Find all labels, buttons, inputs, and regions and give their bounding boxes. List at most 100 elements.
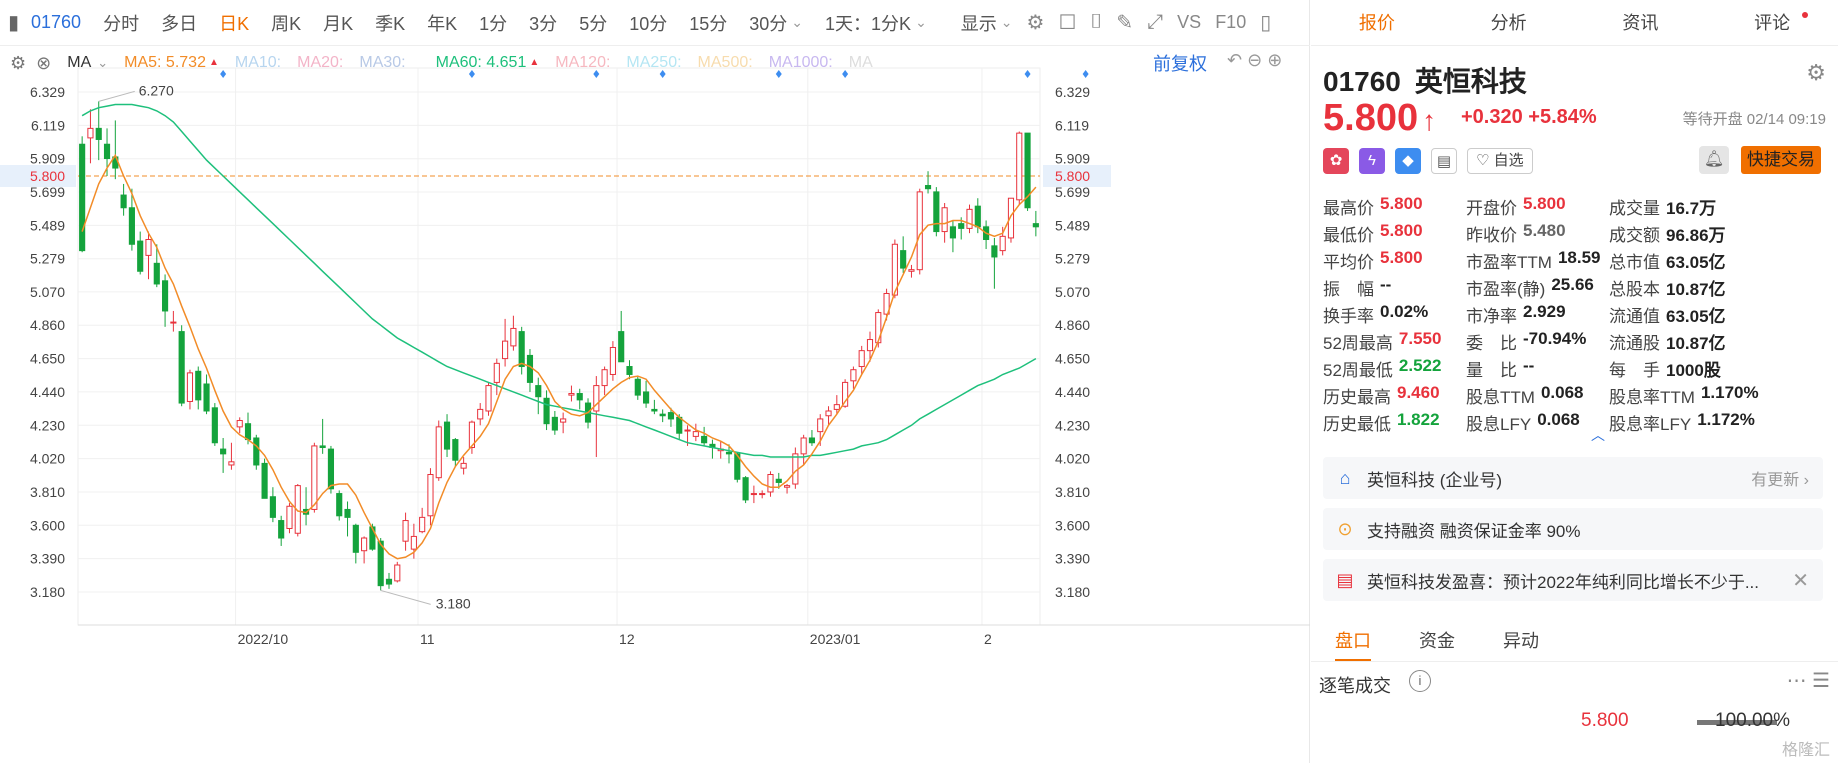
candle-body <box>220 448 227 455</box>
y-tick-label-right: 4.020 <box>1055 451 1090 467</box>
stat-label: 市净率 <box>1466 307 1517 326</box>
tab-quote[interactable]: 报价 <box>1311 0 1443 45</box>
candle-body <box>759 493 766 496</box>
stat-label: 52周最低 <box>1323 361 1393 380</box>
stat-label: 量 比 <box>1466 361 1517 380</box>
candle-body <box>195 370 202 401</box>
candle-body <box>792 453 799 485</box>
candle-body <box>228 461 235 466</box>
stat-cell: 历史最高 9.460 <box>1323 383 1466 408</box>
x-tick-label: 2023/01 <box>810 631 861 647</box>
stat-cell: 市盈率(静) 25.66 <box>1466 275 1609 300</box>
candle-body <box>543 397 550 425</box>
candle-body <box>817 418 824 433</box>
stat-value: -70.94% <box>1523 329 1587 348</box>
candle-body <box>203 383 210 412</box>
candle-body <box>725 451 733 455</box>
watermark: 格隆汇 <box>1781 742 1830 759</box>
candle-body <box>435 426 442 479</box>
candle-body <box>966 208 973 229</box>
tab-analysis[interactable]: 分析 <box>1443 0 1575 45</box>
stat-value: 1.172% <box>1697 410 1755 429</box>
candle-body <box>286 505 293 529</box>
candle-body <box>402 520 409 542</box>
candle-body <box>87 127 94 139</box>
stat-cell: 开盘价 5.800 <box>1466 194 1609 219</box>
candle-body <box>676 416 683 434</box>
stat-value: 16.7万 <box>1666 199 1717 218</box>
candle-body <box>535 385 542 398</box>
candle-body <box>692 431 699 437</box>
add-watchlist-button[interactable]: ♡ 自选 <box>1467 148 1533 174</box>
event-marker <box>220 70 227 78</box>
stat-cell: 最低价 5.800 <box>1323 221 1466 246</box>
gear-icon[interactable]: ⚙ <box>1806 60 1826 86</box>
stats-row: 历史最低 1.822 股息LFY 0.068 股息率LFY 1.172% <box>1323 409 1833 436</box>
company-account-card[interactable]: ⌂ 英恒科技 (企业号) 有更新 › <box>1323 457 1823 499</box>
notification-dot <box>1802 12 1808 18</box>
margin-card[interactable]: ⊙ 支持融资 融资保证金率 90% <box>1323 508 1823 550</box>
chart-pane: ▮ 01760 分时 多日 日K 周K 月K 季K 年K 1分 3分 5分 10… <box>0 0 1310 763</box>
stats-row: 最高价 5.800 开盘价 5.800 成交量 16.7万 <box>1323 193 1833 220</box>
stat-cell: 股息率LFY 1.172% <box>1609 410 1775 435</box>
tab-news[interactable]: 资讯 <box>1575 0 1707 45</box>
more-icon[interactable]: ⋯ <box>1787 670 1807 692</box>
tab-funds[interactable]: 资金 <box>1419 620 1455 661</box>
info-icon[interactable]: i <box>1409 670 1431 692</box>
candle-body <box>162 280 169 312</box>
high-annotation: 6.270 <box>139 82 174 98</box>
y-tick-label-right: 6.119 <box>1055 117 1089 133</box>
y-tick-label-right: 4.650 <box>1055 351 1090 367</box>
kline-chart[interactable]: 6.329 6.3296.119 6.1195.909 5.9095.699 5.699… <box>0 0 1310 763</box>
candle-body <box>477 408 484 420</box>
company-update-text: 有更新 <box>1751 472 1800 489</box>
candle-body <box>701 435 708 444</box>
last-price-value: 5.800 <box>1323 97 1419 139</box>
stat-label: 成交量 <box>1609 199 1660 218</box>
candle-body <box>667 412 675 420</box>
stat-cell: 成交量 16.7万 <box>1609 194 1775 219</box>
last-price: 5.800 ↑ <box>1323 97 1436 140</box>
stat-cell: 市盈率TTM 18.59 <box>1466 248 1609 273</box>
y-tick-label-right: 3.810 <box>1055 484 1090 500</box>
tab-pankou[interactable]: 盘口 <box>1335 620 1371 661</box>
news-card[interactable]: ▤ 英恒科技发盈喜：预计2022年纯利同比增长不少于... ✕ <box>1323 559 1823 601</box>
document-icon[interactable]: ▤ <box>1431 148 1457 174</box>
candle-body <box>361 537 368 552</box>
candle-body <box>145 239 152 256</box>
tag-icon[interactable]: ◆ <box>1395 148 1421 174</box>
quick-trade-button[interactable]: 快捷交易 <box>1741 146 1821 174</box>
y-tick-label-right: 3.180 <box>1055 584 1090 600</box>
close-icon[interactable]: ✕ <box>1792 568 1809 593</box>
candle-body <box>560 418 567 423</box>
candle-body <box>186 372 194 402</box>
chevron-up-icon[interactable]: ︿ <box>1591 425 1605 445</box>
stat-value: 63.05亿 <box>1666 253 1726 272</box>
stat-value: 1000股 <box>1666 361 1721 380</box>
tab-anomaly[interactable]: 异动 <box>1503 620 1539 661</box>
candle-body <box>775 478 782 483</box>
stat-label: 每 手 <box>1609 361 1660 380</box>
event-marker <box>842 70 849 78</box>
stat-label: 股息TTM <box>1466 388 1535 407</box>
y-tick-label-left: 4.020 <box>30 451 65 467</box>
event-marker <box>659 70 666 78</box>
candle-body <box>244 423 252 441</box>
candle-body <box>103 143 111 160</box>
candle-body <box>369 526 376 550</box>
list-icon[interactable]: ☰ <box>1812 670 1830 692</box>
hk-flag-icon[interactable]: ✿ <box>1323 148 1349 174</box>
y-tick-label-right: 4.440 <box>1055 384 1090 400</box>
y-tick-label-left: 3.600 <box>30 517 65 533</box>
candle-body <box>900 250 907 269</box>
candle-body <box>493 362 500 383</box>
candle-body <box>659 413 666 417</box>
stat-label: 市盈率TTM <box>1466 253 1552 272</box>
candle-body <box>419 516 426 533</box>
market-status: 等待开盘 02/14 09:19 <box>1682 111 1826 128</box>
candle-body <box>568 393 575 396</box>
tab-comments[interactable]: 评论 <box>1706 0 1838 45</box>
arrow-up-icon: ↑ <box>1422 105 1437 136</box>
lightning-icon[interactable]: ϟ <box>1359 148 1385 174</box>
bell-icon[interactable]: 🔔︎ <box>1699 146 1729 174</box>
